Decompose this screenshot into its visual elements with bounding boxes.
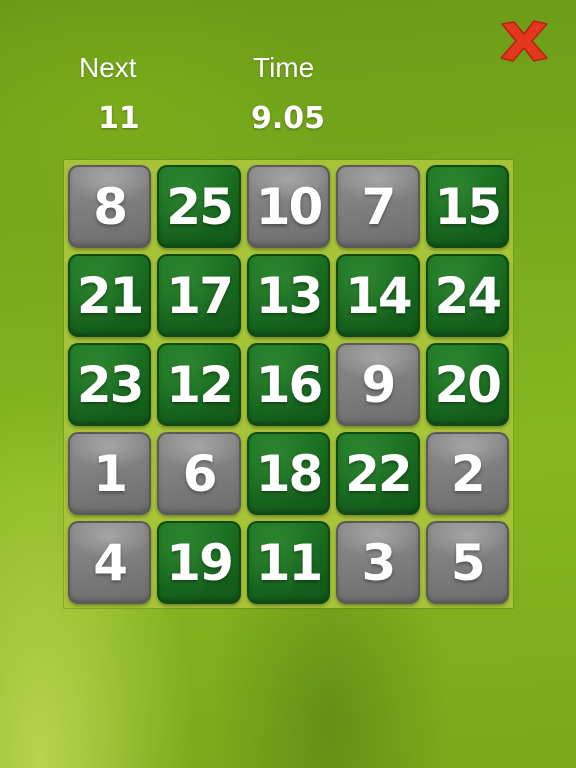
tile-number: 6 <box>182 444 218 503</box>
next-value: 11 <box>98 101 140 136</box>
tile-number: 13 <box>255 266 324 325</box>
tile-number: 22 <box>345 444 413 503</box>
number-tile[interactable]: 9 <box>336 343 420 426</box>
tile-number: 20 <box>434 355 503 414</box>
close-button[interactable] <box>498 18 550 64</box>
number-tile[interactable]: 6 <box>157 432 241 515</box>
number-tile[interactable]: 11 <box>246 521 331 604</box>
tile-number: 12 <box>166 355 234 414</box>
tile-number: 4 <box>93 533 128 592</box>
tile-number: 11 <box>255 533 324 592</box>
tile-number: 2 <box>450 444 486 503</box>
tile-number: 1 <box>93 444 128 503</box>
time-value: 9.05 <box>251 101 326 136</box>
tile-number: 25 <box>166 177 234 236</box>
number-tile[interactable]: 25 <box>157 165 241 248</box>
tile-number: 10 <box>255 177 324 236</box>
number-tile[interactable]: 8 <box>68 165 152 248</box>
time-label: Time <box>253 52 315 83</box>
number-tile[interactable]: 1 <box>68 432 152 515</box>
tile-number: 7 <box>361 177 396 236</box>
tile-number: 8 <box>93 177 128 236</box>
tile-number: 3 <box>361 533 396 592</box>
number-tile[interactable]: 13 <box>246 254 331 337</box>
number-tile[interactable]: 21 <box>68 254 152 337</box>
tile-number: 17 <box>166 266 234 325</box>
number-tile[interactable]: 18 <box>246 432 331 515</box>
number-tile[interactable]: 24 <box>425 254 509 337</box>
number-tile[interactable]: 23 <box>68 343 152 426</box>
number-tile[interactable]: 2 <box>425 432 509 515</box>
number-tile[interactable]: 10 <box>246 165 331 248</box>
tile-number: 16 <box>255 355 324 414</box>
number-tile[interactable]: 4 <box>68 521 152 604</box>
tile-number: 14 <box>345 266 413 325</box>
tile-number: 5 <box>450 533 486 592</box>
number-tile[interactable]: 16 <box>246 343 331 426</box>
number-tile[interactable]: 5 <box>425 521 509 604</box>
number-tile[interactable]: 14 <box>336 254 420 337</box>
number-tile[interactable]: 15 <box>425 165 509 248</box>
number-tile[interactable]: 12 <box>157 343 241 426</box>
number-tile[interactable]: 22 <box>336 432 420 515</box>
tile-number: 21 <box>76 266 145 325</box>
close-x-icon <box>500 20 548 62</box>
number-grid-board: 8 25 10 7 15 21 17 13 14 24 23 12 16 9 20 1 6 18 22 2 4 19 11 3… <box>64 160 513 608</box>
tile-number: 24 <box>434 266 503 325</box>
tile-number: 19 <box>166 533 234 592</box>
tile-number: 23 <box>76 355 145 414</box>
number-tile[interactable]: 17 <box>157 254 241 337</box>
tile-number: 15 <box>434 177 503 236</box>
next-label: Next <box>79 52 137 83</box>
tile-number: 9 <box>361 355 396 414</box>
number-tile[interactable]: 19 <box>157 521 241 604</box>
number-tile[interactable]: 7 <box>336 165 420 248</box>
tile-number: 18 <box>255 444 324 503</box>
number-tile[interactable]: 3 <box>336 521 420 604</box>
number-tile[interactable]: 20 <box>425 343 509 426</box>
